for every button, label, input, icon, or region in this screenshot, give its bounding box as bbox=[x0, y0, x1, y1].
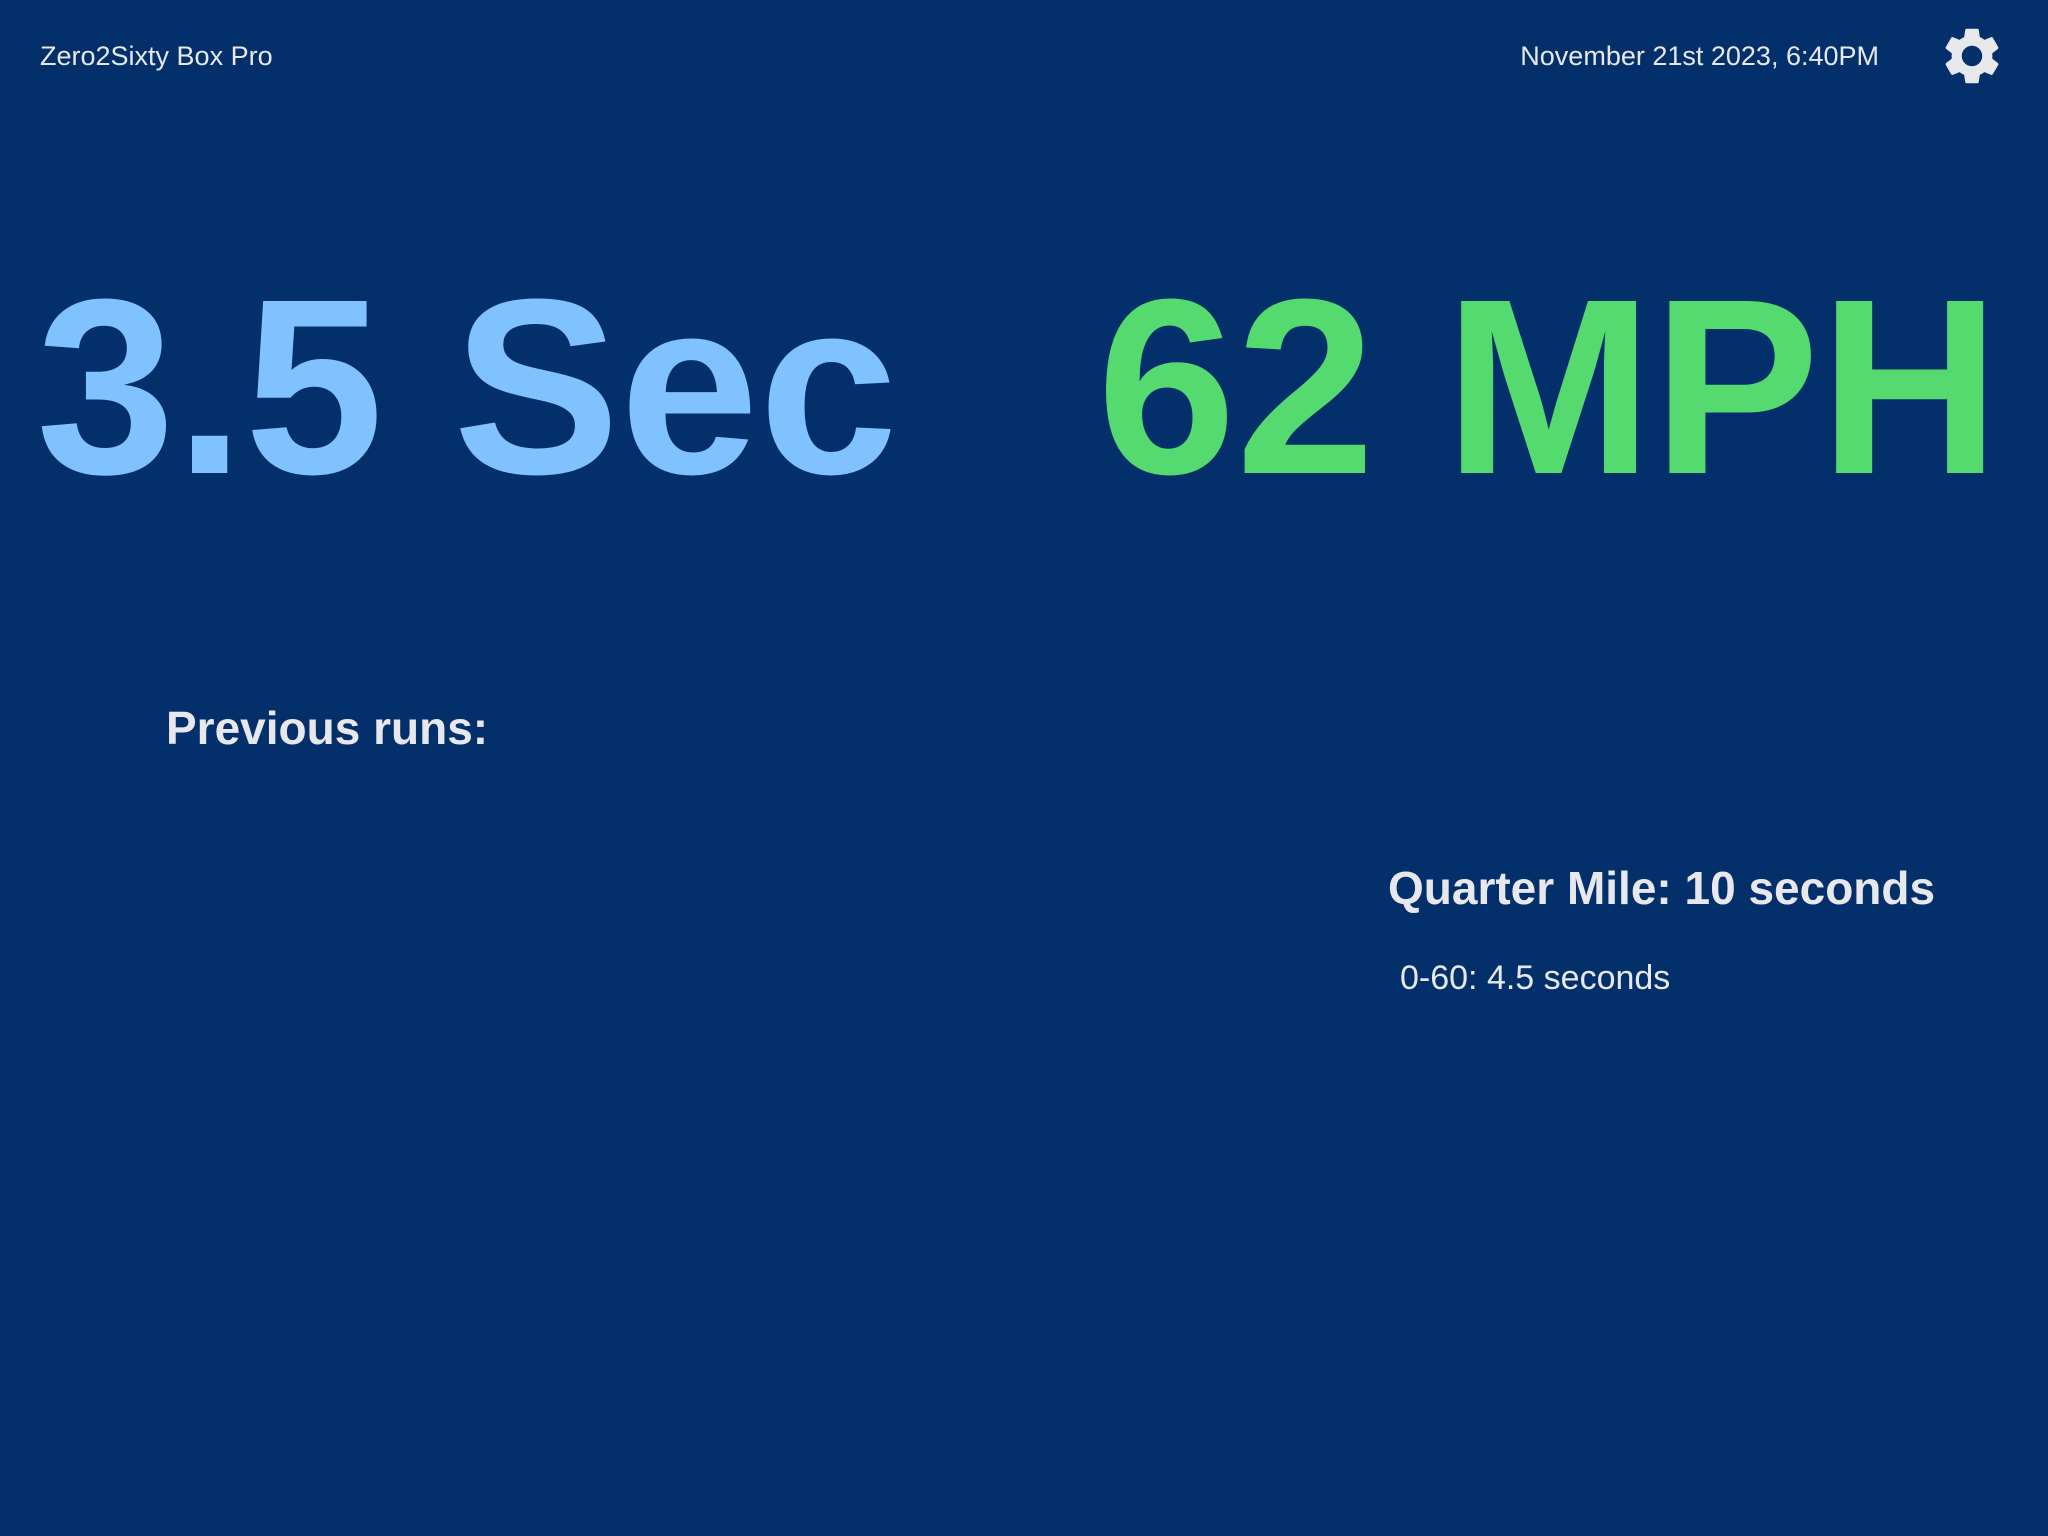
previous-runs-label: Previous runs: bbox=[166, 702, 489, 754]
app-title: Zero2Sixty Box Pro bbox=[40, 41, 273, 71]
quarter-mile-stat: Quarter Mile: 10 seconds bbox=[1388, 862, 1936, 914]
gear-icon bbox=[1945, 28, 1999, 84]
speed-readout: 62 MPH bbox=[1096, 247, 2000, 526]
settings-button[interactable] bbox=[1938, 22, 2006, 90]
dashboard-screen: Zero2Sixty Box Pro November 21st 2023, 6… bbox=[0, 0, 2048, 1536]
datetime-label: November 21st 2023, 6:40PM bbox=[1520, 41, 1879, 71]
time-readout: 3.5 Sec bbox=[36, 247, 898, 526]
zero-to-sixty-stat: 0-60: 4.5 seconds bbox=[1400, 959, 1671, 997]
